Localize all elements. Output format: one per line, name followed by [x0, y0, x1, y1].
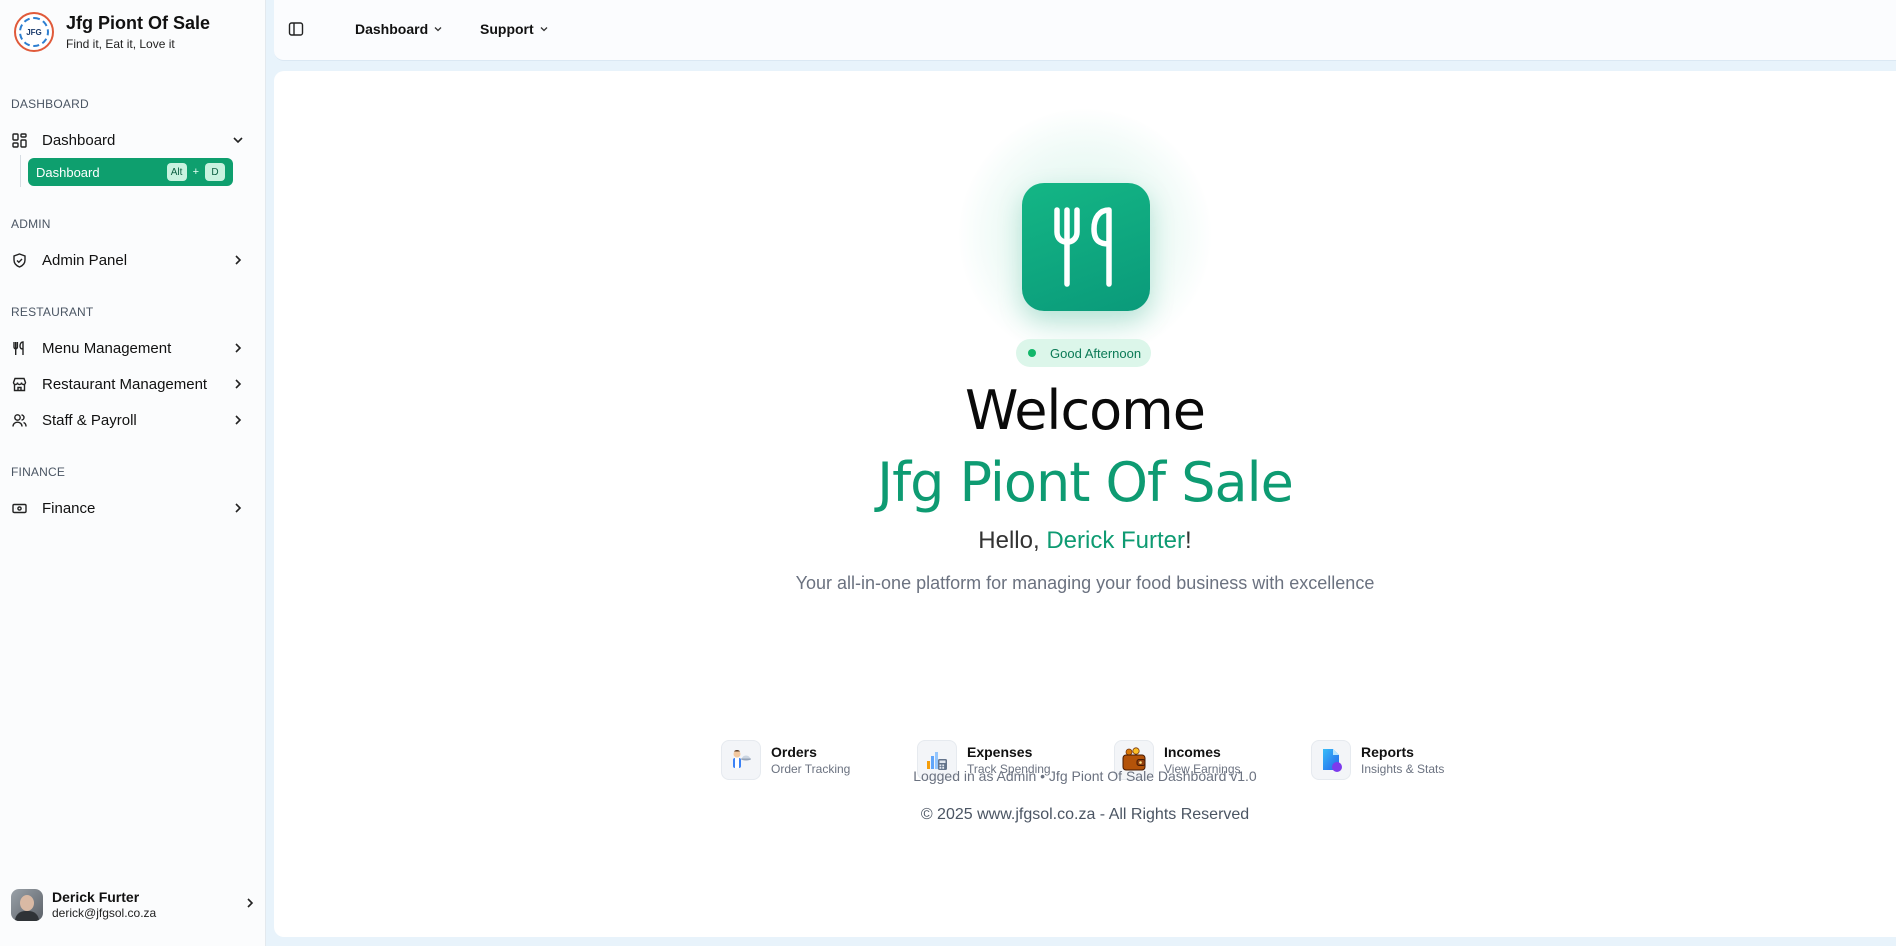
- top-menu-support[interactable]: Support: [480, 21, 549, 37]
- section-label-dashboard: DASHBOARD: [11, 97, 89, 111]
- submenu-line: [20, 155, 21, 187]
- brand-tagline: Find it, Eat it, Love it: [66, 37, 175, 51]
- chevron-right-icon: [244, 896, 256, 914]
- store-icon: [11, 376, 27, 392]
- login-status: Logged in as Admin • Jfg Piont Of Sale D…: [913, 768, 1257, 784]
- welcome-heading: Welcome: [964, 379, 1206, 442]
- hello-user-name: Derick Furter: [1046, 527, 1186, 554]
- user-email: derick@jfgsol.co.za: [52, 906, 157, 920]
- shortcut-plus: +: [192, 166, 199, 178]
- top-menu-dashboard[interactable]: Dashboard: [355, 21, 443, 37]
- section-label-restaurant: RESTAURANT: [11, 305, 94, 319]
- sidebar: JFG Jfg Piont Of Sale Find it, Eat it, L…: [0, 0, 266, 946]
- utensils-app-icon: [1022, 183, 1150, 311]
- sidebar-item-restaurant-management[interactable]: Restaurant Management: [0, 368, 258, 400]
- status-dot: [1028, 349, 1036, 357]
- shortcut-mod-key: Alt: [166, 163, 187, 181]
- top-bar: Dashboard Support: [274, 0, 1896, 61]
- sidebar-item-dashboard[interactable]: Dashboard: [0, 124, 258, 156]
- chevron-down-icon: [540, 27, 548, 32]
- user-name: Derick Furter: [52, 889, 140, 905]
- sidebar-item-label: Finance: [42, 499, 96, 517]
- chevron-right-icon: [230, 252, 246, 268]
- hello-line: Hello, Derick Furter!: [274, 527, 1896, 555]
- feature-name: Orders: [771, 744, 817, 760]
- sidebar-item-finance[interactable]: Finance: [0, 492, 258, 524]
- greeting-badge: Good Afternoon: [1016, 339, 1152, 367]
- brand[interactable]: JFG Jfg Piont Of Sale Find it, Eat it, L…: [14, 12, 210, 52]
- users-icon: [11, 412, 27, 428]
- utensils-icon: [11, 340, 27, 356]
- sidebar-item-label: Restaurant Management: [42, 375, 208, 393]
- chevron-right-icon: [230, 500, 246, 516]
- chevron-right-icon: [230, 340, 246, 356]
- chevron-right-icon: [230, 376, 246, 392]
- hero-tagline: Your all-in-one platform for managing yo…: [795, 573, 1375, 593]
- sidebar-item-staff-payroll[interactable]: Staff & Payroll: [0, 404, 258, 436]
- brand-logo: JFG: [14, 12, 54, 52]
- sidebar-item-label: Menu Management: [42, 339, 172, 357]
- main-content: Good Afternoon Welcome Jfg Piont Of Sale…: [274, 71, 1896, 937]
- chevron-down-icon: [434, 27, 442, 32]
- sidebar-item-admin-panel[interactable]: Admin Panel: [0, 244, 258, 276]
- top-menu-label: Dashboard: [355, 21, 429, 37]
- avatar: [11, 889, 43, 921]
- banknote-icon: [11, 500, 27, 516]
- feature-name: Reports: [1361, 744, 1414, 760]
- shield-check-icon: [11, 252, 27, 268]
- section-label-admin: ADMIN: [11, 217, 51, 231]
- sidebar-item-label: Staff & Payroll: [42, 411, 137, 429]
- grid-icon: [11, 132, 27, 148]
- hello-prefix: Hello,: [978, 527, 1047, 554]
- sidebar-toggle-icon[interactable]: [288, 21, 306, 39]
- top-menu-label: Support: [480, 21, 534, 37]
- greeting-text: Good Afternoon: [1050, 345, 1142, 361]
- sidebar-subitem-label: Dashboard: [36, 164, 100, 180]
- chevron-right-icon: [230, 412, 246, 428]
- user-profile-menu[interactable]: Derick Furter derick@jfgsol.co.za: [11, 887, 257, 923]
- brand-logo-text: JFG: [26, 27, 42, 37]
- chevron-down-icon: [230, 132, 246, 148]
- keyboard-shortcut: Alt + D: [166, 163, 225, 181]
- shortcut-key: D: [205, 163, 225, 181]
- sidebar-item-label: Admin Panel: [42, 251, 128, 269]
- copyright: © 2025 www.jfgsol.co.za - All Rights Res…: [920, 806, 1250, 823]
- feature-name: Incomes: [1164, 744, 1221, 760]
- section-label-finance: FINANCE: [11, 465, 66, 479]
- brand-title: Jfg Piont Of Sale: [66, 13, 211, 33]
- hello-suffix: !: [1185, 527, 1192, 554]
- sidebar-item-label: Dashboard: [42, 131, 116, 149]
- app-name-heading: Jfg Piont Of Sale: [877, 451, 1294, 514]
- feature-name: Expenses: [967, 744, 1033, 760]
- sidebar-item-menu-management[interactable]: Menu Management: [0, 332, 258, 364]
- sidebar-subitem-dashboard[interactable]: Dashboard Alt + D: [28, 158, 233, 186]
